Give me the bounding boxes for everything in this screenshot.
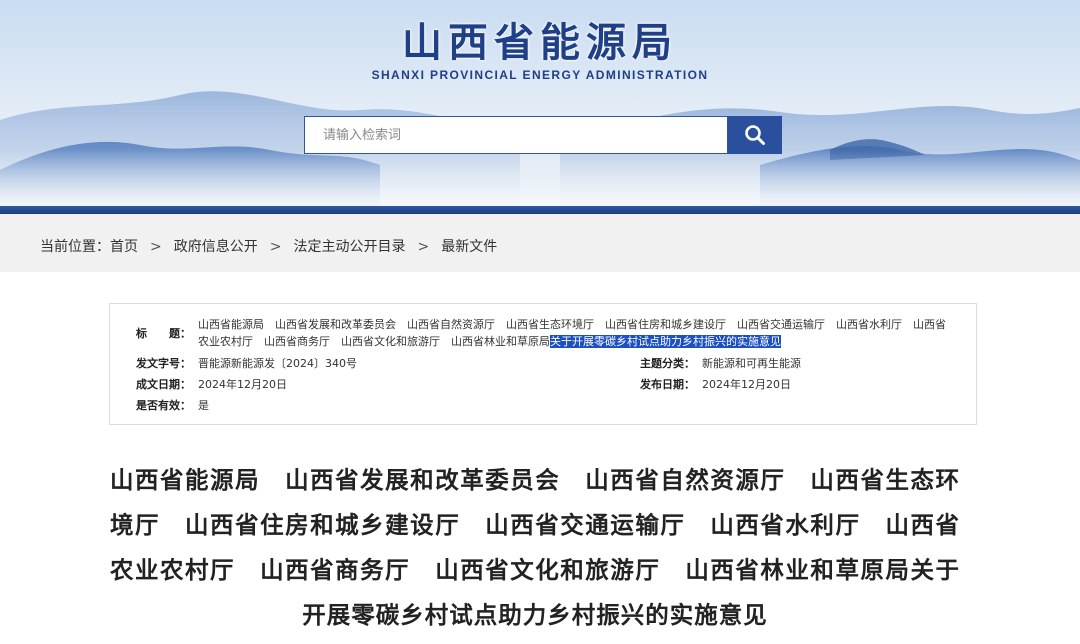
published-date-value: 2024年12月20日: [702, 378, 791, 391]
search-icon: [745, 125, 765, 145]
breadcrumb-separator: >: [150, 239, 162, 255]
created-date-value: 2024年12月20日: [198, 378, 287, 391]
valid-label: 是否有效：: [136, 399, 191, 412]
logo-chinese-name: 山西省能源局: [402, 20, 678, 66]
info-title: 山西省能源局 山西省发展和改革委员会 山西省自然资源厅 山西省生态环境厅 山西省…: [198, 316, 950, 350]
info-title-highlight: 关于开展零碳乡村试点助力乡村振兴的实施意见: [550, 335, 781, 348]
header-banner: 山西省能源局 SHANXI PROVINCIAL ENERGY ADMINIST…: [0, 0, 1080, 214]
category-value: 新能源和可再生能源: [702, 357, 801, 370]
doc-number-value: 晋能源新能源发〔2024〕340号: [198, 357, 357, 370]
document-info-box: 标 题： 山西省能源局 山西省发展和改革委员会 山西省自然资源厅 山西省生态环境…: [109, 303, 977, 425]
breadcrumb-prefix: 当前位置：: [40, 239, 110, 255]
title-label: 标 题：: [136, 327, 191, 340]
created-date-label: 成文日期：: [136, 378, 191, 391]
breadcrumb-latest[interactable]: 最新文件: [441, 239, 497, 255]
site-logo[interactable]: 山西省能源局 SHANXI PROVINCIAL ENERGY ADMINIST…: [0, 18, 1080, 82]
search-input[interactable]: [304, 116, 728, 154]
search-bar: [304, 116, 782, 154]
breadcrumb-bar: 当前位置：首页 > 政府信息公开 > 法定主动公开目录 > 最新文件: [0, 214, 1080, 272]
category-label: 主题分类：: [640, 357, 695, 370]
banner-bottom-band: [0, 206, 1080, 214]
published-date-label: 发布日期：: [640, 378, 695, 391]
breadcrumb: 当前位置：首页 > 政府信息公开 > 法定主动公开目录 > 最新文件: [40, 236, 497, 256]
search-button[interactable]: [728, 116, 782, 154]
doc-number-label: 发文字号：: [136, 357, 191, 370]
document-title: 山西省能源局 山西省发展和改革委员会 山西省自然资源厅 山西省生态环境厅 山西省…: [110, 466, 960, 629]
breadcrumb-separator: >: [269, 239, 282, 255]
breadcrumb-separator: >: [417, 239, 430, 255]
breadcrumb-catalog[interactable]: 法定主动公开目录: [293, 239, 405, 255]
breadcrumb-home[interactable]: 首页: [110, 239, 138, 255]
valid-value: 是: [198, 399, 209, 412]
logo-english-name: SHANXI PROVINCIAL ENERGY ADMINISTRATION: [371, 68, 709, 82]
breadcrumb-gov-info[interactable]: 政府信息公开: [174, 239, 258, 255]
